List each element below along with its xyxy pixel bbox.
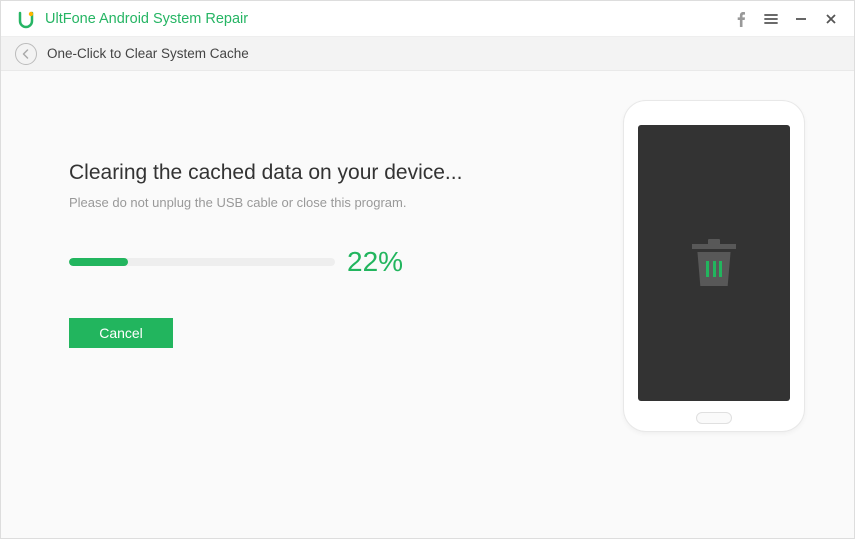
- breadcrumb: One-Click to Clear System Cache: [47, 46, 249, 61]
- content: Clearing the cached data on your device.…: [1, 71, 854, 538]
- subheader: One-Click to Clear System Cache: [1, 37, 854, 71]
- left-panel: Clearing the cached data on your device.…: [1, 71, 574, 538]
- progress-row: 22%: [69, 246, 574, 278]
- device-screen: [638, 125, 790, 401]
- app-title: UltFone Android System Repair: [45, 11, 726, 27]
- right-panel: [574, 71, 854, 538]
- minimize-button[interactable]: [786, 4, 816, 34]
- trash-icon: [691, 238, 737, 288]
- back-button[interactable]: [15, 43, 37, 65]
- progress-percent: 22%: [347, 246, 403, 278]
- progress-headline: Clearing the cached data on your device.…: [69, 161, 574, 185]
- window-controls: [726, 4, 846, 34]
- app-window: UltFone Android System Repair One-Click …: [0, 0, 855, 539]
- cancel-button[interactable]: Cancel: [69, 318, 173, 348]
- device-home-button: [696, 412, 732, 424]
- menu-icon[interactable]: [756, 4, 786, 34]
- close-button[interactable]: [816, 4, 846, 34]
- facebook-icon[interactable]: [726, 4, 756, 34]
- app-logo-icon: [15, 8, 37, 30]
- progress-bar: [69, 258, 335, 266]
- device-illustration: [624, 101, 804, 431]
- progress-subtext: Please do not unplug the USB cable or cl…: [69, 195, 574, 210]
- titlebar: UltFone Android System Repair: [1, 1, 854, 37]
- progress-fill: [69, 258, 128, 266]
